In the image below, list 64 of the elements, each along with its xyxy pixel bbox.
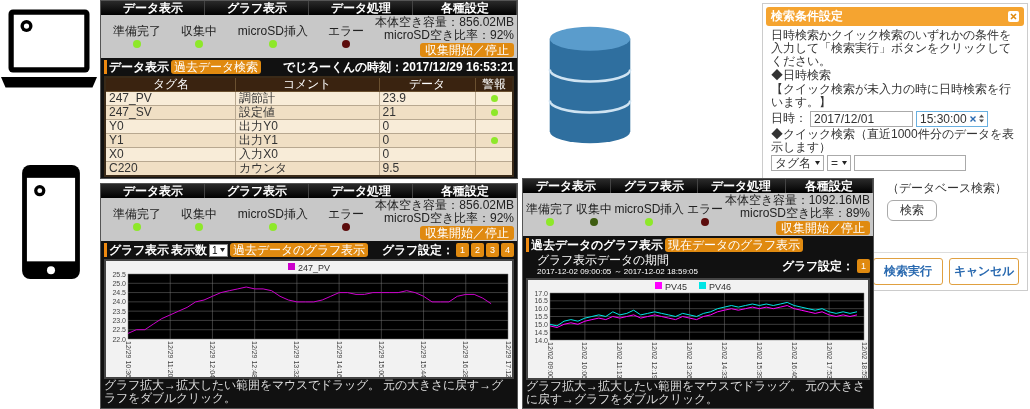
status-label: 準備完了 xyxy=(526,203,575,216)
column-header: データ xyxy=(379,77,476,92)
storage-info: 本体空き容量：1092.16MB xyxy=(724,194,871,207)
column-header: タグ名 xyxy=(105,77,236,92)
dialog-title: 検索条件設定 xyxy=(771,8,843,25)
smartphone-icon xyxy=(22,165,80,279)
help-note: グラフ拡大→拡大したい範囲をマウスでドラッグ。 元の大きさに戻す→グラフをダブルクリック。 xyxy=(103,379,505,405)
storage-info: microSD空き比率：92% xyxy=(384,29,515,42)
database-icon xyxy=(548,25,632,145)
status-label: 収集中 xyxy=(576,203,613,216)
section-heading: （データベース検索） xyxy=(887,180,1007,197)
caret-icon xyxy=(815,161,820,165)
tag-select[interactable]: タグ名 xyxy=(771,155,824,171)
period-label: グラフ表示データの期間 xyxy=(537,254,670,267)
section-title: 過去データのグラフ表示 xyxy=(531,238,663,252)
section-marker xyxy=(104,243,107,257)
section-marker xyxy=(526,238,529,252)
legend-label: PV45 xyxy=(665,282,688,292)
status-label: microSD挿入 xyxy=(237,25,308,38)
spinner-icon xyxy=(978,114,984,123)
count-label: 表示数 xyxy=(171,243,207,257)
section-heading: ◆日時検索 xyxy=(771,69,832,82)
status-label: 準備完了 xyxy=(113,208,162,221)
legend-label: 247_PV xyxy=(298,263,331,273)
instruction-text: 日時検索かクイック検索のいずれかの条件を入力して「検索実行」ボタンをクリックしてください。 xyxy=(771,29,1012,68)
search-input[interactable] xyxy=(854,155,966,171)
help-note: グラフ拡大→拡大したい範囲をマウスでドラッグ。 元の大きさに戻す→グラフをダブルクリック。 xyxy=(525,380,867,406)
status-label: エラー xyxy=(328,25,365,38)
cancel-button[interactable]: キャンセル xyxy=(949,258,1019,285)
graph-setting-label: グラフ設定： xyxy=(382,243,454,257)
status-label: 収集中 xyxy=(181,208,218,221)
note-text: 【クイック検索が未入力の時に日時検索を行います。】 xyxy=(771,83,1012,109)
operator-select[interactable]: = xyxy=(827,155,851,171)
date-field[interactable]: 2017/12/01 xyxy=(810,110,913,127)
device-clock: でじろーくんの時刻：2017/12/29 16:53:21 xyxy=(282,60,514,74)
execute-button[interactable]: 検索実行 xyxy=(873,258,943,285)
search-button[interactable]: 検索 xyxy=(887,200,937,221)
caret-icon xyxy=(842,161,847,165)
storage-info: 本体空き容量：856.02MB xyxy=(375,16,515,29)
storage-info: 本体空き容量：856.02MB xyxy=(375,199,515,212)
storage-info: microSD空き比率：89% xyxy=(740,207,871,220)
status-label: エラー xyxy=(686,203,723,216)
field-label: 日時： xyxy=(771,110,807,127)
column-header: コメント xyxy=(235,77,380,92)
section-marker xyxy=(104,60,107,74)
section-title: データ表示 xyxy=(109,60,169,74)
clear-icon xyxy=(969,115,976,122)
legend-label: PV46 xyxy=(709,282,732,292)
close-icon xyxy=(1010,13,1017,20)
status-label: microSD挿入 xyxy=(237,208,308,221)
status-label: 準備完了 xyxy=(113,25,162,38)
storage-info: microSD空き比率：92% xyxy=(384,212,515,225)
graph-setting-label: グラフ設定： xyxy=(782,258,854,273)
status-label: 収集中 xyxy=(181,25,218,38)
caret-icon xyxy=(219,248,225,252)
section-heading: ◆クイック検索（直近1000件分のデータを表示します） xyxy=(771,128,1015,154)
close-button[interactable] xyxy=(1008,11,1019,22)
status-label: エラー xyxy=(328,208,365,221)
column-header: 警報 xyxy=(475,77,513,92)
section-title: グラフ表示 xyxy=(109,243,169,257)
count-select[interactable]: 1 xyxy=(209,243,228,257)
status-label: microSD挿入 xyxy=(614,203,685,216)
period-range: 2017-12-02 09:00:05 ～ 2017-12-02 18:59:05 xyxy=(537,267,698,277)
time-field[interactable]: 15:30:00 xyxy=(916,110,988,127)
